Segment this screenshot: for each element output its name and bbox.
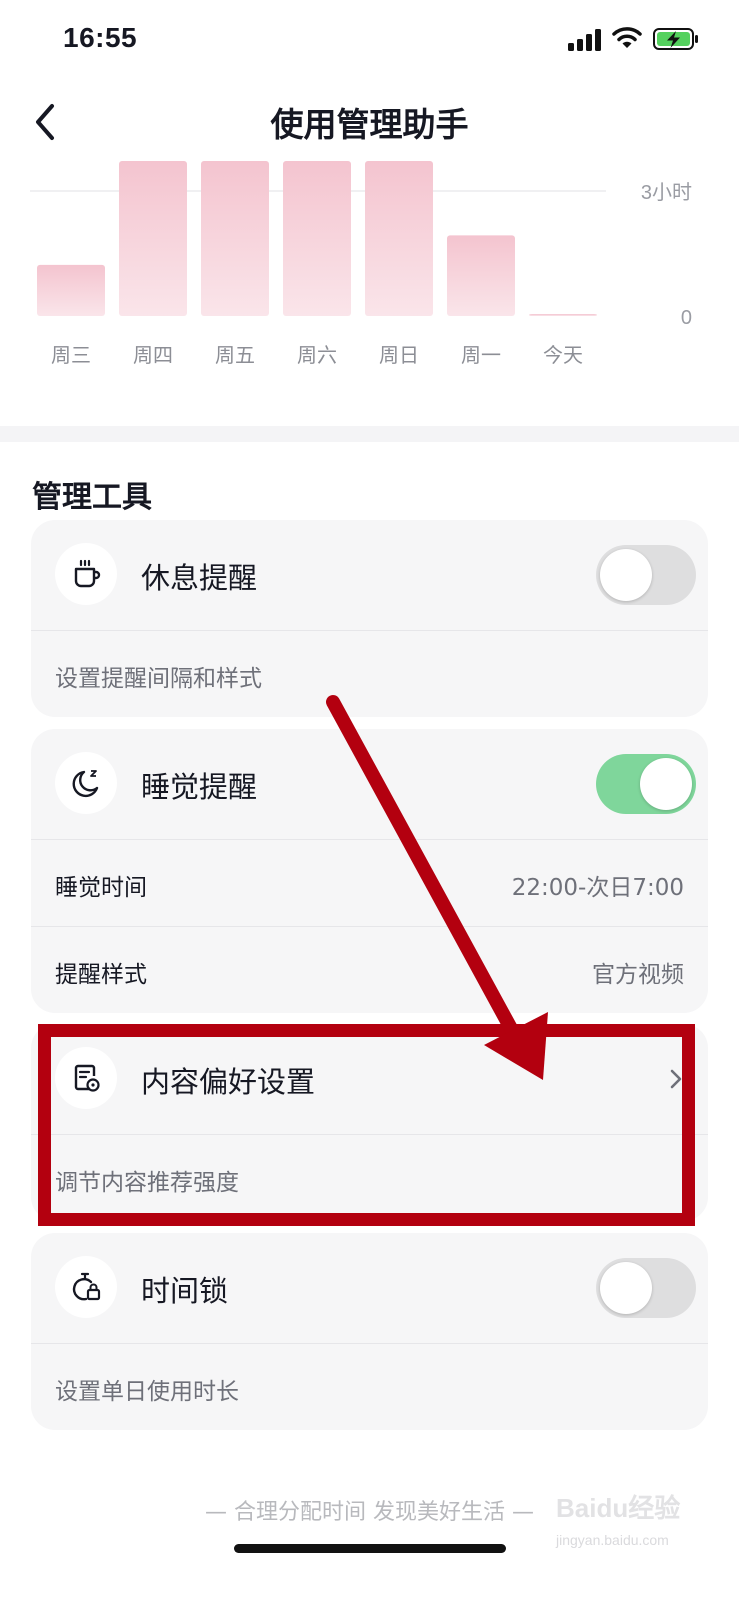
rest-reminder-row: 休息提醒 [31,520,708,630]
sleep-reminder-row: 睡觉提醒 [31,729,708,839]
usage-bar[interactable] [283,161,351,316]
annotation-highlight-box [38,1024,695,1226]
battery-charging-icon [653,28,698,50]
coffee-cup-icon [55,543,117,605]
time-lock-title: 时间锁 [141,1274,229,1308]
rest-reminder-settings-row[interactable]: 设置提醒间隔和样式 [31,631,708,717]
day-label: 周六 [297,343,337,367]
reminder-style-row[interactable]: 提醒样式 官方视频 [31,927,708,1013]
day-label: 周一 [461,343,501,367]
usage-bar[interactable] [529,314,597,316]
usage-bar[interactable] [201,161,269,316]
wifi-icon [612,27,642,48]
sleep-reminder-title: 睡觉提醒 [141,770,258,804]
section-title: 管理工具 [32,480,152,515]
time-lock-subtitle: 设置单日使用时长 [55,1379,239,1405]
usage-bar[interactable] [365,161,433,316]
watermark-logo: Baidu经验 [556,1493,681,1523]
sleep-reminder-toggle[interactable] [596,754,696,814]
home-indicator[interactable] [234,1544,506,1553]
toggle-knob [640,758,692,810]
usage-bar[interactable] [447,235,515,316]
y-min-label: 0 [681,307,692,329]
day-label: 周四 [133,343,173,367]
sleep-time-label: 睡觉时间 [55,875,147,901]
timer-lock-icon [55,1256,117,1318]
reminder-style-value: 官方视频 [592,962,684,988]
time-lock-row: 时间锁 [31,1233,708,1343]
time-lock-toggle[interactable] [596,1258,696,1318]
rest-reminder-subtitle: 设置提醒间隔和样式 [55,666,262,692]
day-label: 周日 [379,343,419,367]
moon-icon [55,752,117,814]
usage-chart: 3小时 0 周三 周四 周五 周六 周日 周一 今天 [30,161,692,367]
signal-icon [568,29,601,51]
sleep-time-value: 22:00-次日7:00 [511,875,684,901]
rest-reminder-toggle[interactable] [596,545,696,605]
sleep-reminder-card: 睡觉提醒 睡觉时间 22:00-次日7:00 提醒样式 官方视频 [31,729,708,1013]
watermark-url: jingyan.baidu.com [556,1532,669,1548]
time-lock-card: 时间锁 设置单日使用时长 [31,1233,708,1430]
page-title: 使用管理助手 [270,105,469,144]
toggle-knob [600,549,652,601]
usage-bar[interactable] [119,161,187,316]
y-max-label: 3小时 [641,181,692,204]
toggle-knob [600,1262,652,1314]
rest-reminder-title: 休息提醒 [141,561,258,595]
sleep-time-row[interactable]: 睡觉时间 22:00-次日7:00 [31,840,708,926]
day-label: 周五 [215,343,255,367]
rest-reminder-card: 休息提醒 设置提醒间隔和样式 [31,520,708,717]
time-lock-settings-row[interactable]: 设置单日使用时长 [31,1344,708,1430]
status-time: 16:55 [63,22,138,53]
day-label: 今天 [543,343,583,367]
day-label: 周三 [51,343,91,367]
reminder-style-label: 提醒样式 [55,962,147,988]
section-divider [0,426,739,442]
usage-bar[interactable] [37,264,105,316]
